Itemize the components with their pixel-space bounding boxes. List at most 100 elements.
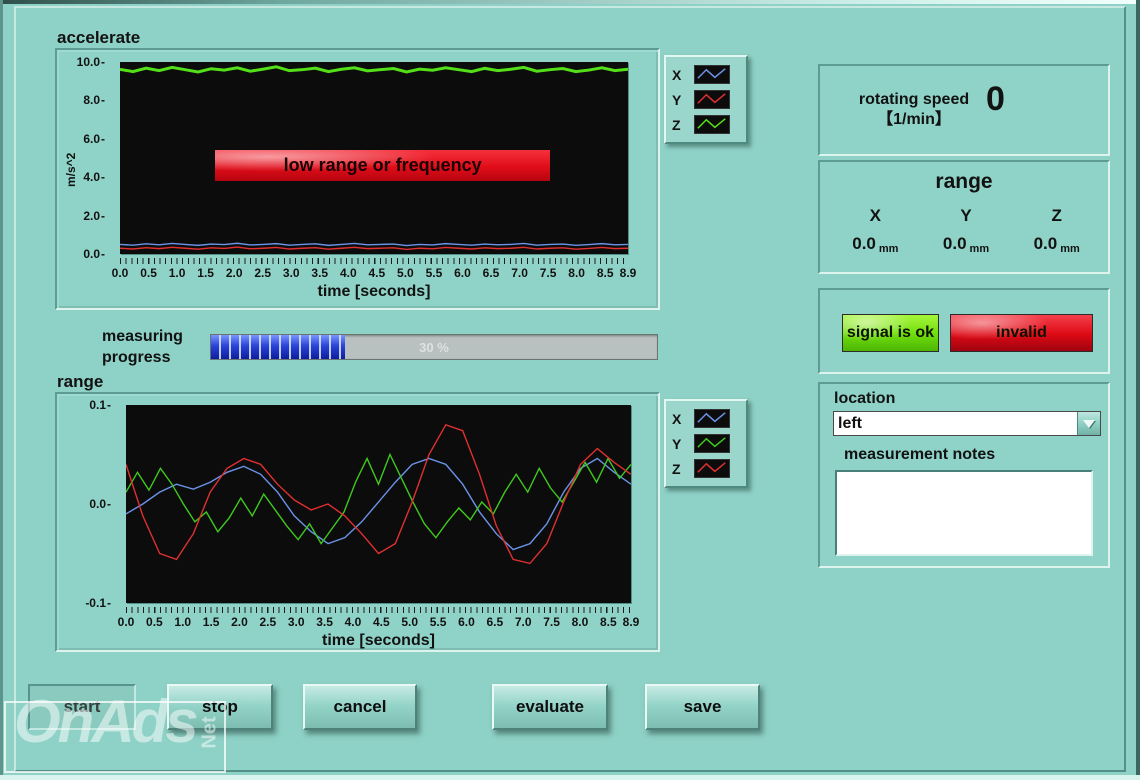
legend-swatch-icon [694, 90, 730, 109]
range-y-ticks: 0.1 0.0 -0.1 [57, 398, 125, 610]
series-X-line [120, 243, 628, 245]
accelerate-legend: XYZ [664, 55, 748, 144]
axis-header-z: Z [1051, 206, 1062, 225]
window-edge-right [1136, 0, 1140, 780]
low-range-warning-banner: low range or frequency [214, 149, 551, 182]
x-tick-label: 5.0 [401, 615, 419, 629]
legend-label: Y [672, 435, 682, 452]
legend-label: Z [672, 116, 681, 133]
range-plot-svg [126, 405, 631, 603]
location-dropdown-button[interactable] [1077, 412, 1100, 435]
x-tick-label: 2.0 [225, 266, 243, 280]
y-tick-label: 0.0 [89, 497, 111, 511]
y-tick-label: 0.0 [83, 247, 105, 261]
range-value-y-unit: mm [969, 243, 990, 255]
x-tick-label: 0.0 [111, 266, 129, 280]
range-values-panel: range X Y Z 0.0 mm 0.0 mm 0.0 mm [818, 160, 1110, 274]
window-edge-left [0, 0, 3, 780]
legend-entry-y: Y [672, 431, 740, 456]
x-tick-label: 8.0 [571, 615, 589, 629]
x-tick-label: 7.5 [539, 266, 557, 280]
x-tick-label: 6.5 [486, 615, 504, 629]
x-tick-label: 3.5 [316, 615, 333, 629]
window-edge-top [0, 0, 1140, 4]
x-tick-label: 1.5 [197, 266, 214, 280]
range-chart-panel: 0.1 0.0 -0.1 0.0 0.5 1.0 1.5 2.0 2.5 3.0 3.5 4.0 4.… [55, 392, 660, 652]
legend-label: X [672, 410, 682, 427]
x-tick-label: 2.5 [254, 266, 272, 280]
x-tick-label: 8.5 [596, 266, 614, 280]
x-tick-label: 8.9 [619, 266, 637, 280]
measurement-notes-textarea[interactable] [835, 470, 1093, 556]
location-dropdown-value[interactable] [838, 412, 1068, 435]
stop-button[interactable]: stop [167, 684, 273, 730]
range-value-y-number: 0.0 [942, 234, 967, 253]
x-tick-label: 5.5 [425, 266, 443, 280]
invalid-indicator: invalid [950, 314, 1093, 352]
chevron-down-icon [1083, 419, 1095, 428]
range-chart-title: range [57, 372, 104, 391]
range-axis-header-row: X Y Z [830, 206, 1102, 226]
legend-entry-y: Y [672, 87, 740, 112]
x-tick-label: 4.0 [344, 615, 362, 629]
series-Y-line [126, 455, 631, 544]
rotating-speed-panel: rotating speed 【1/min】 0 [818, 64, 1110, 156]
window-edge-bottom [0, 775, 1140, 780]
range-values-row: 0.0 mm 0.0 mm 0.0 mm [830, 234, 1102, 255]
location-dropdown[interactable] [833, 411, 1101, 436]
start-button[interactable]: start [28, 684, 136, 730]
legend-entry-x: X [672, 406, 740, 431]
legend-entry-z: Z [672, 112, 740, 137]
accelerate-x-tick-labels: 0.0 0.5 1.0 1.5 2.0 2.5 3.0 3.5 4.0 4.5 5.0 5.5 6.0 6… [112, 266, 637, 281]
x-tick-label: 7.0 [511, 266, 528, 280]
y-tick-label: 2.0 [83, 209, 105, 223]
progress-label-line2: progress [102, 349, 171, 366]
y-tick-label: 0.1 [89, 398, 111, 412]
x-tick-label: 0.5 [146, 615, 163, 629]
series-Y-line [120, 247, 628, 249]
x-tick-label: 0.5 [140, 266, 157, 280]
save-button[interactable]: save [645, 684, 760, 730]
range-value-x: 0.0 mm [830, 234, 921, 255]
x-tick-label: 6.0 [454, 266, 471, 280]
range-x-tickmarks [126, 607, 631, 613]
progress-bar: 30 % [210, 334, 658, 360]
x-tick-label: 4.5 [368, 266, 386, 280]
range-value-z-number: 0.0 [1033, 234, 1058, 253]
x-tick-label: 3.0 [287, 615, 305, 629]
rotating-speed-label: rotating speed 【1/min】 [838, 90, 990, 130]
accelerate-chart-panel: m/s^2 10.08.06.04.02.00.0 low range or f… [55, 48, 660, 310]
x-tick-label: 6.5 [482, 266, 500, 280]
series-Z-line [120, 67, 628, 72]
legend-swatch-icon [694, 409, 730, 428]
legend-swatch-icon [694, 459, 730, 478]
progress-label-line1: measuring [102, 328, 183, 345]
legend-label: Z [672, 460, 681, 477]
x-tick-label: 0.0 [117, 615, 135, 629]
y-tick-label: 10.0 [77, 55, 105, 69]
evaluate-button[interactable]: evaluate [492, 684, 608, 730]
measurement-notes-label: measurement notes [844, 446, 996, 463]
series-X-line [126, 458, 631, 549]
x-tick-label: 2.0 [231, 615, 248, 629]
cancel-button[interactable]: cancel [303, 684, 417, 730]
legend-swatch-icon [694, 65, 730, 84]
x-tick-label: 7.0 [514, 615, 532, 629]
x-tick-label: 7.5 [543, 615, 560, 629]
x-tick-label: 3.5 [311, 266, 329, 280]
accelerate-plot-area: low range or frequency [120, 62, 628, 254]
location-notes-panel: location measurement notes [818, 382, 1110, 568]
x-tick-label: 8.9 [622, 615, 640, 629]
range-value-x-number: 0.0 [852, 234, 876, 253]
range-x-axis-label: time [seconds] [322, 632, 435, 649]
x-tick-label: 8.0 [568, 266, 585, 280]
legend-entry-z: Z [672, 456, 740, 481]
legend-swatch-icon [694, 115, 730, 134]
legend-swatch-icon [694, 434, 730, 453]
progress-label: measuring progress [102, 326, 183, 368]
progress-percent-text: 30 % [419, 340, 449, 355]
y-tick-label: -0.1 [85, 596, 111, 610]
accelerate-x-tickmarks [120, 258, 628, 264]
accelerate-y-ticks: 10.0 8.0 6.0 4.0 2.0 0.0 [57, 55, 119, 261]
range-value-y: 0.0 mm [921, 234, 1012, 255]
